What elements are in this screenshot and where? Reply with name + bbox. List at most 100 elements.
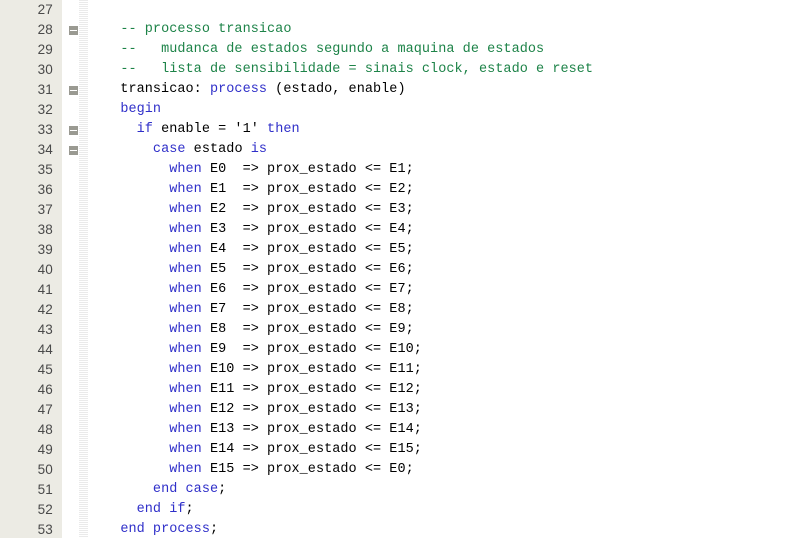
code-token-plain: E10 => prox_estado <= E11; — [201, 362, 422, 377]
code-line[interactable]: when E14 => prox_estado <= E15; — [95, 440, 786, 460]
code-token-keyword: when — [169, 442, 202, 457]
fold-row[interactable] — [62, 80, 95, 100]
code-line[interactable]: when E15 => prox_estado <= E0; — [95, 460, 786, 480]
code-token-keyword: when — [169, 162, 202, 177]
code-token-keyword: begin — [120, 102, 162, 117]
fold-row — [62, 200, 95, 220]
code-text-area[interactable]: -- processo transicao -- mudanca de esta… — [95, 0, 786, 538]
code-line[interactable]: end if; — [95, 500, 786, 520]
code-line[interactable]: -- processo transicao — [95, 20, 786, 40]
fold-row — [62, 460, 95, 480]
fold-row — [62, 360, 95, 380]
code-token-keyword: when — [169, 282, 202, 297]
line-number: 35 — [37, 162, 53, 177]
fold-row — [62, 380, 95, 400]
code-token-keyword: when — [169, 182, 202, 197]
fold-row — [62, 500, 95, 520]
line-number: 51 — [37, 482, 53, 497]
line-number: 37 — [37, 202, 53, 217]
code-token-keyword: when — [169, 462, 202, 477]
code-line[interactable]: when E13 => prox_estado <= E14; — [95, 420, 786, 440]
code-folding-margin[interactable] — [62, 0, 95, 538]
line-number: 49 — [37, 442, 53, 457]
code-line[interactable]: begin — [95, 100, 786, 120]
fold-row — [62, 220, 95, 240]
code-line[interactable]: when E4 => prox_estado <= E5; — [95, 240, 786, 260]
code-line[interactable]: when E0 => prox_estado <= E1; — [95, 160, 786, 180]
fold-row — [62, 260, 95, 280]
code-token-plain: E12 => prox_estado <= E13; — [201, 402, 422, 417]
code-line[interactable]: when E1 => prox_estado <= E2; — [95, 180, 786, 200]
fold-row[interactable] — [62, 120, 95, 140]
code-line[interactable]: when E8 => prox_estado <= E9; — [95, 320, 786, 340]
line-number: 40 — [37, 262, 53, 277]
fold-row — [62, 300, 95, 320]
code-line[interactable]: -- mudanca de estados segundo a maquina … — [95, 40, 786, 60]
code-line[interactable]: when E12 => prox_estado <= E13; — [95, 400, 786, 420]
line-number: 33 — [37, 122, 53, 137]
code-token-plain: ; — [218, 482, 227, 497]
line-number: 50 — [37, 462, 53, 477]
code-line[interactable]: end case; — [95, 480, 786, 500]
code-token-keyword: when — [169, 342, 202, 357]
code-editor[interactable]: 27 28 29 30 31 32 33 34 35 36 37 38 39 40 41 42 43 44 45 46… — [0, 0, 786, 538]
fold-row — [62, 40, 95, 60]
code-token-plain: E15 => prox_estado <= E0; — [201, 462, 414, 477]
fold-collapse-icon[interactable] — [68, 125, 79, 136]
code-token-keyword: when — [169, 302, 202, 317]
code-line[interactable]: transicao: process (estado, enable) — [95, 80, 786, 100]
code-line[interactable]: when E11 => prox_estado <= E12; — [95, 380, 786, 400]
line-number: 27 — [37, 2, 53, 17]
fold-row — [62, 320, 95, 340]
fold-row — [62, 100, 95, 120]
fold-collapse-icon[interactable] — [68, 25, 79, 36]
line-number: 34 — [37, 142, 53, 157]
code-line[interactable] — [95, 0, 786, 20]
code-token-plain: ; — [209, 522, 219, 537]
code-line[interactable]: when E3 => prox_estado <= E4; — [95, 220, 786, 240]
code-token-keyword: when — [169, 402, 202, 417]
fold-row — [62, 240, 95, 260]
code-line[interactable]: -- lista de sensibilidade = sinais clock… — [95, 60, 786, 80]
line-number: 52 — [37, 502, 53, 517]
line-number: 53 — [37, 522, 53, 537]
code-line[interactable]: when E6 => prox_estado <= E7; — [95, 280, 786, 300]
code-token-plain: E7 => prox_estado <= E8; — [201, 302, 414, 317]
code-line[interactable]: if enable = '1' then — [95, 120, 786, 140]
code-line[interactable]: when E7 => prox_estado <= E8; — [95, 300, 786, 320]
code-line[interactable]: when E2 => prox_estado <= E3; — [95, 200, 786, 220]
code-token-plain: E11 => prox_estado <= E12; — [201, 382, 422, 397]
code-line[interactable]: end process; — [95, 520, 786, 538]
code-token-plain: E4 => prox_estado <= E5; — [201, 242, 414, 257]
code-line[interactable]: when E10 => prox_estado <= E11; — [95, 360, 786, 380]
code-token-keyword: then — [267, 122, 300, 137]
code-line[interactable]: case estado is — [95, 140, 786, 160]
code-token-plain: E6 => prox_estado <= E7; — [201, 282, 414, 297]
code-line[interactable]: when E9 => prox_estado <= E10; — [95, 340, 786, 360]
code-token-plain: E0 => prox_estado <= E1; — [201, 162, 414, 177]
line-number: 30 — [37, 62, 53, 77]
code-token-comment: -- processo transicao — [120, 22, 292, 37]
line-number: 28 — [37, 22, 53, 37]
fold-row — [62, 60, 95, 80]
code-token-plain: E2 => prox_estado <= E3; — [201, 202, 414, 217]
code-token-keyword: when — [169, 382, 202, 397]
fold-collapse-icon[interactable] — [68, 85, 79, 96]
code-token-keyword: when — [169, 202, 202, 217]
fold-row — [62, 520, 95, 540]
fold-row — [62, 400, 95, 420]
fold-row[interactable] — [62, 20, 95, 40]
line-number: 47 — [37, 402, 53, 417]
code-line[interactable]: when E5 => prox_estado <= E6; — [95, 260, 786, 280]
fold-collapse-icon[interactable] — [68, 145, 79, 156]
fold-row[interactable] — [62, 140, 95, 160]
